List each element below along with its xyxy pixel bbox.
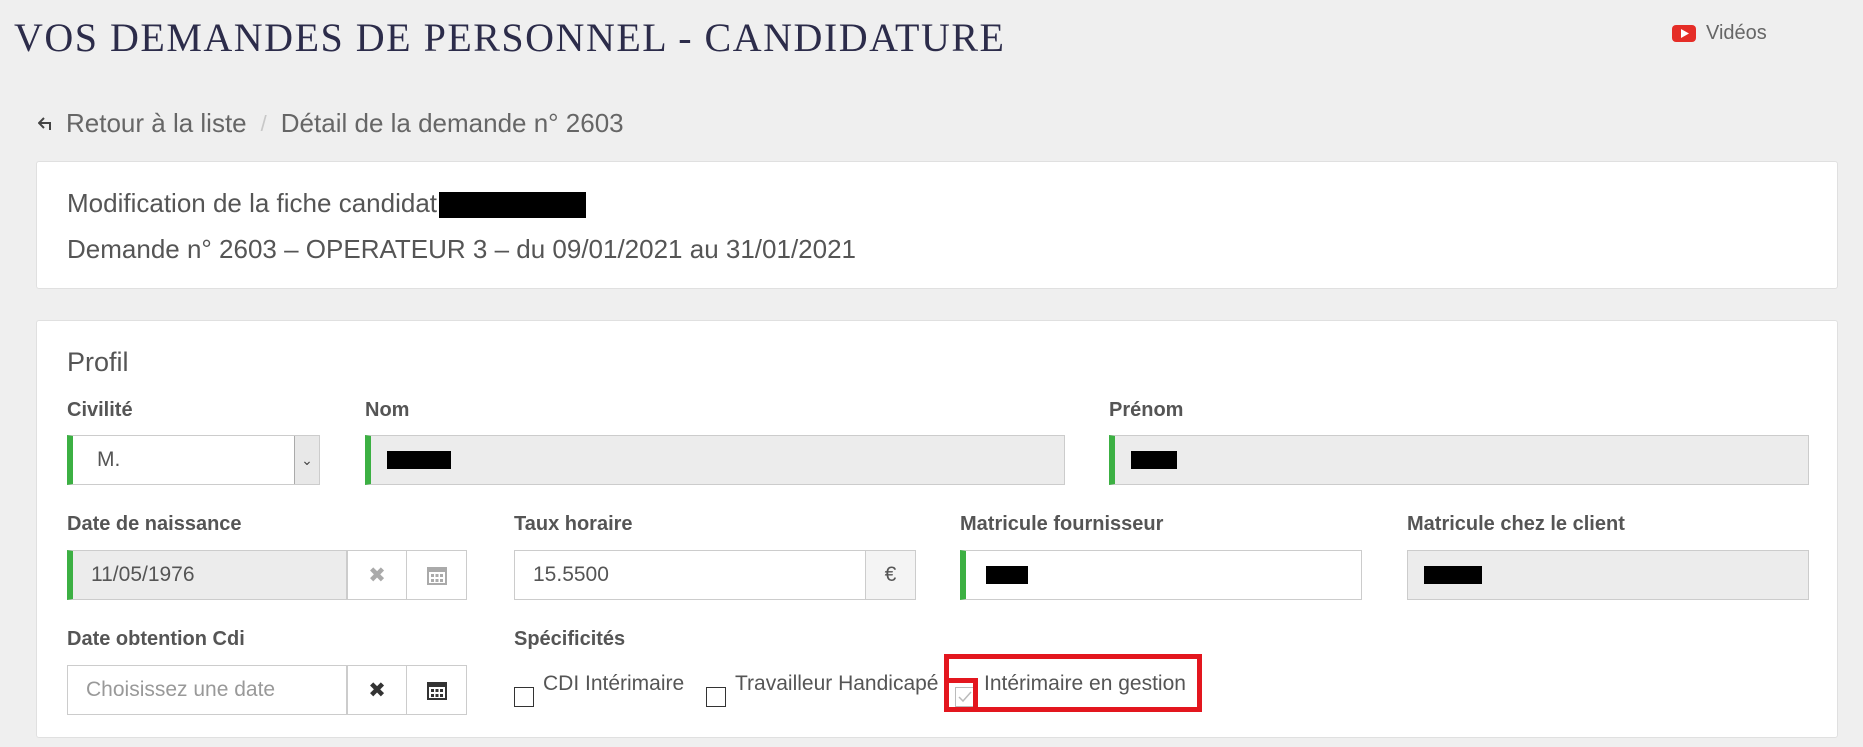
- page-title: VOS DEMANDES DE PERSONNEL - CANDIDATURE: [14, 15, 1006, 60]
- date-cdi-placeholder: Choisissez une date: [86, 678, 276, 701]
- summary-panel: Modification de la fiche candidat Demand…: [36, 161, 1838, 289]
- youtube-icon: [1672, 25, 1696, 42]
- calendar-date-cdi-button[interactable]: [406, 665, 467, 715]
- summary-line-2: Demande n° 2603 – OPERATEUR 3 – du 09/01…: [67, 234, 857, 264]
- summary-line-1-text: Modification de la fiche candidat: [67, 188, 438, 218]
- taux-horaire-value: 15.5500: [533, 563, 609, 586]
- breadcrumb: Retour à la liste / Détail de la demande…: [38, 108, 624, 139]
- chevron-down-icon[interactable]: ⌄: [294, 436, 319, 484]
- date-naissance-field[interactable]: 11/05/1976: [67, 550, 347, 600]
- travailleur-handicape-checkbox[interactable]: [706, 687, 726, 707]
- prenom-label: Prénom: [1109, 399, 1184, 421]
- date-cdi-field[interactable]: Choisissez une date: [67, 665, 347, 715]
- calendar-date-naissance-button[interactable]: [406, 550, 467, 600]
- interimaire-en-gestion-checkbox[interactable]: [955, 687, 975, 707]
- check-icon: [958, 691, 972, 703]
- back-label: Retour à la liste: [66, 108, 247, 138]
- nom-field[interactable]: [365, 435, 1065, 485]
- travailleur-handicape-label[interactable]: Travailleur Handicapé: [735, 672, 939, 696]
- matricule-client-label: Matricule chez le client: [1407, 513, 1625, 535]
- civilite-label: Civilité: [67, 399, 133, 421]
- matricule-fournisseur-label: Matricule fournisseur: [960, 513, 1164, 535]
- euro-addon: €: [865, 550, 916, 600]
- cdi-interimaire-checkbox[interactable]: [514, 687, 534, 707]
- matricule-fournisseur-field[interactable]: [960, 550, 1362, 600]
- redacted-nom: [387, 451, 451, 469]
- civilite-value: M.: [97, 448, 121, 471]
- calendar-icon: [426, 682, 447, 700]
- redacted-matricule-client: [1424, 566, 1482, 584]
- date-cdi-label: Date obtention Cdi: [67, 628, 245, 650]
- breadcrumb-current: Détail de la demande n° 2603: [280, 108, 624, 138]
- cdi-interimaire-label[interactable]: CDI Intérimaire: [543, 672, 684, 696]
- section-title-profil: Profil: [67, 347, 129, 377]
- clear-date-cdi-button[interactable]: ✖: [347, 665, 407, 715]
- return-arrow-icon: [38, 116, 51, 130]
- breadcrumb-separator: /: [260, 110, 267, 136]
- close-icon: ✖: [368, 563, 386, 587]
- euro-unit: €: [884, 563, 897, 586]
- date-naissance-label: Date de naissance: [67, 513, 242, 535]
- videos-link[interactable]: Vidéos: [1672, 22, 1767, 45]
- date-naissance-value: 11/05/1976: [91, 563, 195, 586]
- redacted-prenom: [1131, 451, 1177, 469]
- interimaire-en-gestion-label[interactable]: Intérimaire en gestion: [984, 672, 1186, 696]
- clear-date-naissance-button[interactable]: ✖: [347, 550, 407, 600]
- taux-horaire-field[interactable]: 15.5500: [514, 550, 866, 600]
- taux-horaire-label: Taux horaire: [514, 513, 633, 535]
- civilite-select[interactable]: M. ⌄: [67, 435, 320, 485]
- redacted-matricule-fournisseur: [986, 566, 1028, 584]
- close-icon: ✖: [368, 678, 386, 702]
- profile-panel: Profil Civilité Nom Prénom M. ⌄ Date de …: [36, 320, 1838, 738]
- summary-line-1: Modification de la fiche candidat: [67, 188, 587, 219]
- redacted-name: [439, 192, 587, 219]
- nom-label: Nom: [365, 399, 410, 421]
- back-to-list-link[interactable]: Retour à la liste: [38, 108, 247, 139]
- videos-label: Vidéos: [1706, 22, 1767, 44]
- specificites-label: Spécificités: [514, 628, 626, 650]
- calendar-icon: [426, 567, 447, 585]
- matricule-client-field[interactable]: [1407, 550, 1809, 600]
- prenom-field[interactable]: [1109, 435, 1809, 485]
